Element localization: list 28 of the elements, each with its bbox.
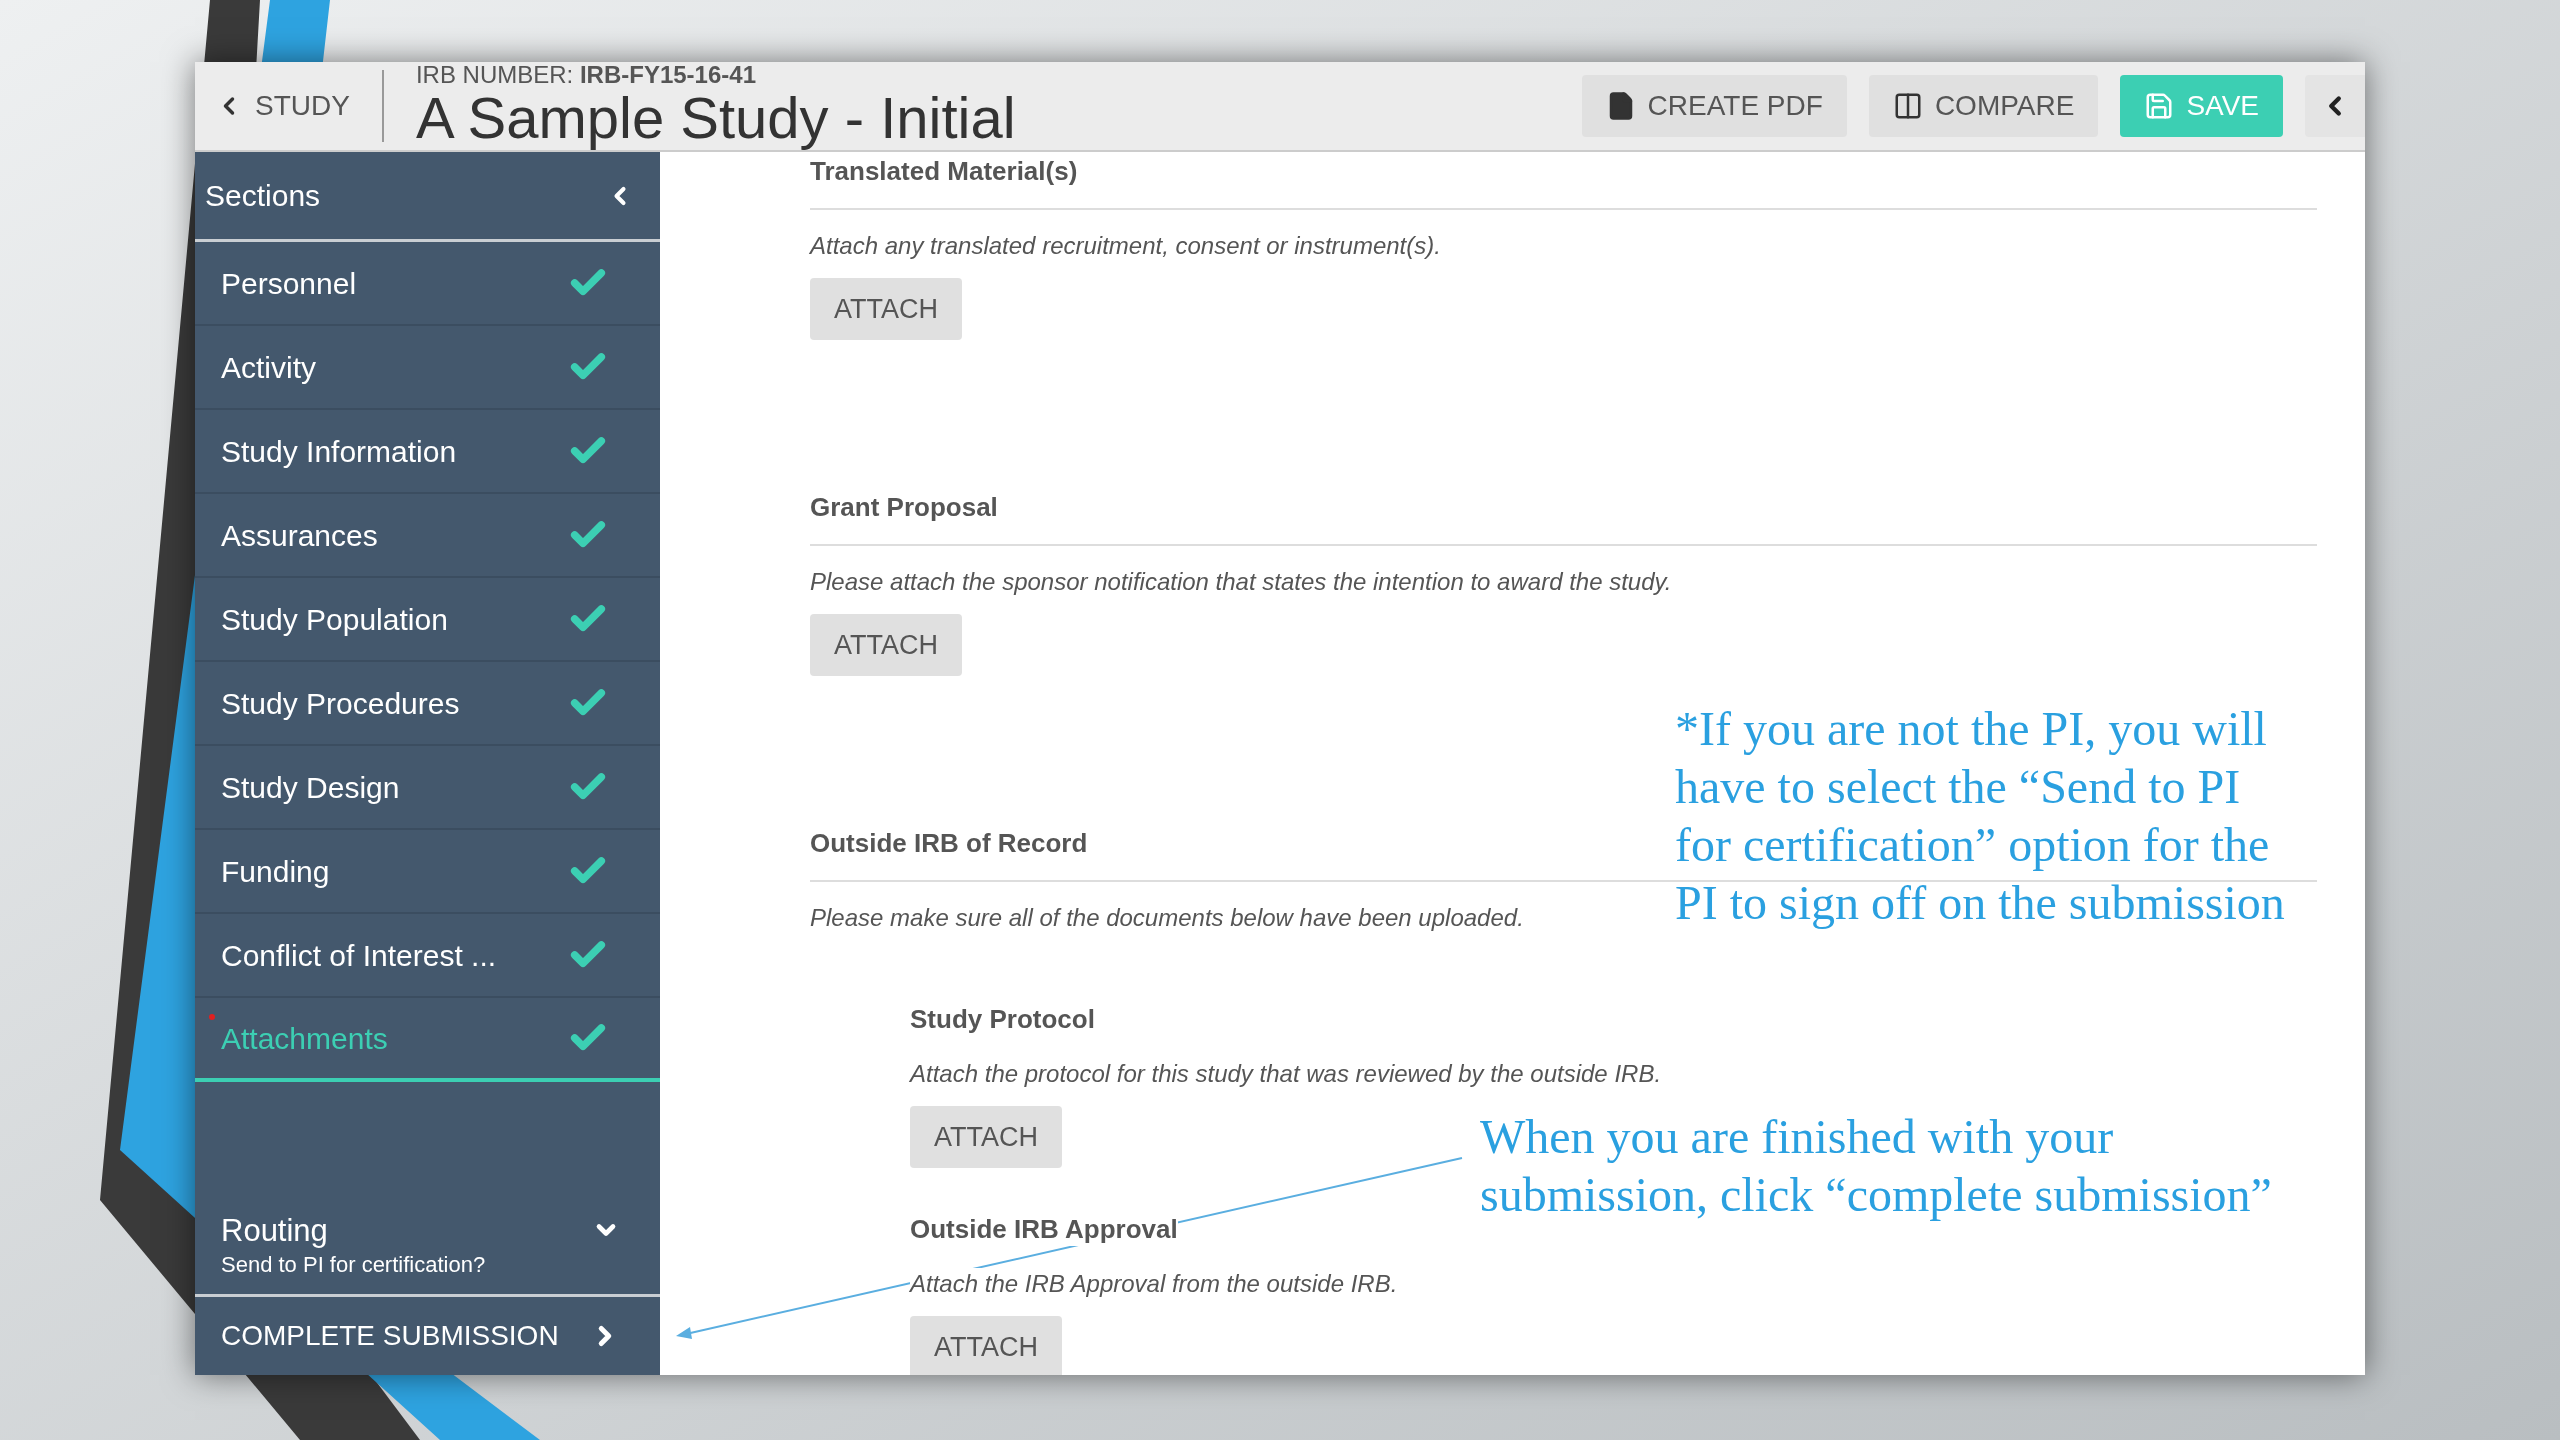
attach-button[interactable]: ATTACH [810, 278, 962, 340]
attach-button[interactable]: ATTACH [910, 1106, 1062, 1168]
irb-number: IRB NUMBER: IRB-FY15-16-41 [415, 63, 757, 87]
sidebar-item[interactable]: Study Population [195, 578, 660, 662]
study-title: A Sample Study - Initial [415, 87, 1016, 149]
sidebar-item[interactable]: Study Information [195, 410, 660, 494]
sidebar-item[interactable]: Study Design [195, 746, 660, 830]
sidebar-item[interactable]: Conflict of Interest ... [195, 914, 660, 998]
routing-panel[interactable]: Routing Send to PI for certification? [195, 1212, 660, 1297]
routing-title: Routing [221, 1212, 329, 1250]
complete-submission-button[interactable]: COMPLETE SUBMISSION [195, 1297, 660, 1375]
sidebar-item[interactable]: Study Procedures [195, 662, 660, 746]
attach-button[interactable]: ATTACH [910, 1316, 1062, 1375]
collapse-button[interactable] [2305, 75, 2365, 137]
sidebar-item[interactable]: Attachments [195, 998, 660, 1082]
compare-button[interactable]: COMPARE [1868, 75, 2099, 137]
routing-subtitle: Send to PI for certification? [221, 1251, 486, 1279]
sidebar-item[interactable]: Assurances [195, 494, 660, 578]
sidebar-item[interactable]: Personnel [195, 242, 660, 326]
back-button[interactable]: STUDY [195, 62, 382, 150]
sidebar-title: Sections [205, 178, 321, 214]
sidebar-item[interactable]: Activity [195, 326, 660, 410]
annotation-note: When you are finished with your submission, click “complete submission” [1480, 1109, 2273, 1223]
section-description: Attach the IRB Approval from the outside IRB. [910, 1268, 1398, 1300]
sidebar-item[interactable]: Funding [195, 830, 660, 914]
create-pdf-button[interactable]: CREATE PDF [1581, 75, 1847, 137]
attach-button[interactable]: ATTACH [810, 614, 962, 676]
annotation-note: *If you are not the PI, you will have to select the “Send to PI for certification” option for the PI to sign off on the submission [1675, 701, 2285, 931]
